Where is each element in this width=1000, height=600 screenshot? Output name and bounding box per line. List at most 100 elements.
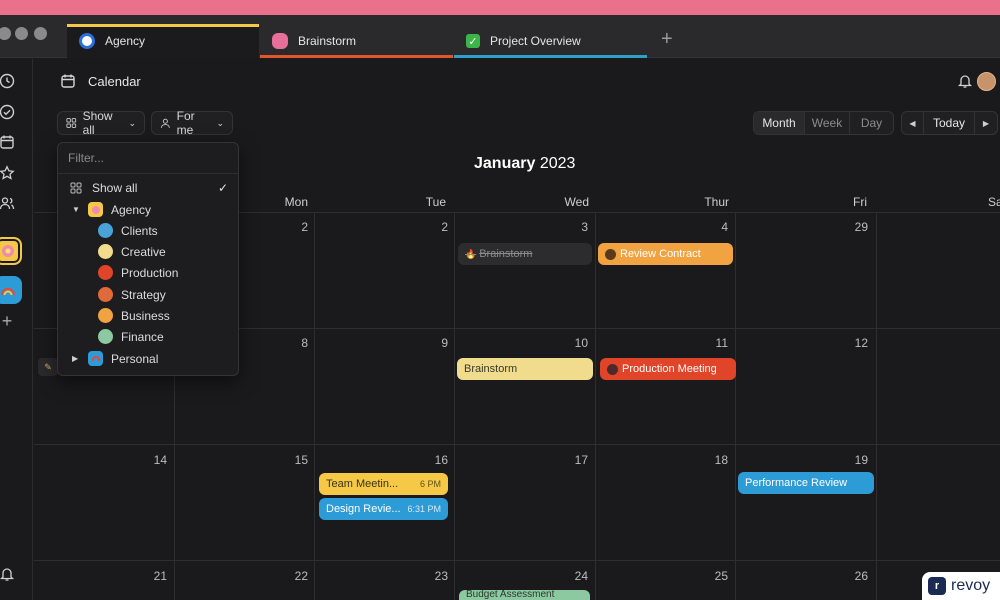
weekday-mon: Mon bbox=[284, 195, 308, 209]
dropdown-production[interactable]: Production bbox=[98, 265, 178, 280]
day-number[interactable]: 29 bbox=[838, 220, 868, 234]
month-view-button[interactable]: Month bbox=[754, 112, 805, 134]
day-number[interactable]: 26 bbox=[838, 569, 868, 583]
bell-icon[interactable] bbox=[957, 73, 973, 94]
dropdown-finance[interactable]: Finance bbox=[98, 329, 164, 344]
clock-icon[interactable] bbox=[0, 72, 16, 90]
grid-line bbox=[314, 212, 315, 600]
dropdown-agency[interactable]: ▼ Agency bbox=[72, 202, 151, 217]
window-top-band bbox=[0, 0, 1000, 15]
dropdown-clients[interactable]: Clients bbox=[98, 223, 158, 238]
event-budget-assessment[interactable]: Budget Assessment bbox=[459, 590, 590, 600]
tab-agency[interactable]: Agency bbox=[67, 24, 259, 58]
users-icon[interactable] bbox=[0, 194, 16, 212]
grid-line bbox=[595, 212, 596, 600]
event-title: Budget Assessment bbox=[466, 590, 555, 600]
day-number[interactable]: 18 bbox=[698, 453, 728, 467]
tab-brainstorm[interactable]: Brainstorm bbox=[260, 24, 453, 58]
event-team-meeting[interactable]: Team Meetin... 6 PM bbox=[319, 473, 448, 495]
day-number[interactable]: 8 bbox=[278, 336, 308, 350]
for-me-filter-button[interactable]: For me ⌄ bbox=[151, 109, 233, 137]
day-number[interactable]: 23 bbox=[418, 569, 448, 583]
window-zoom-button[interactable] bbox=[34, 27, 47, 40]
filter-input[interactable]: Filter... bbox=[68, 151, 104, 165]
day-number[interactable]: 22 bbox=[278, 569, 308, 583]
agency-workspace-icon bbox=[88, 202, 103, 217]
production-icon bbox=[98, 265, 113, 280]
calendar-icon[interactable] bbox=[0, 133, 16, 151]
pencil-icon[interactable]: ✎ bbox=[38, 358, 58, 376]
event-title: Review Contract bbox=[620, 248, 701, 260]
dropdown-show-all[interactable]: Show all ✓ bbox=[70, 181, 228, 195]
day-number[interactable]: 19 bbox=[838, 453, 868, 467]
day-number[interactable]: 9 bbox=[418, 336, 448, 350]
year: 2023 bbox=[539, 155, 576, 172]
day-number[interactable]: 24 bbox=[558, 569, 588, 583]
day-number[interactable]: 16 bbox=[418, 453, 448, 467]
day-number[interactable]: 17 bbox=[558, 453, 588, 467]
chevron-down-icon: ⌄ bbox=[216, 117, 224, 128]
check-circle-icon[interactable] bbox=[0, 103, 16, 121]
calendar-header-icon bbox=[60, 73, 76, 94]
day-number[interactable]: 15 bbox=[278, 453, 308, 467]
weekday-wed: Wed bbox=[564, 195, 589, 209]
month-title: January 2023 bbox=[474, 155, 575, 173]
event-title: Production Meeting bbox=[622, 363, 717, 375]
dropdown-business[interactable]: Business bbox=[98, 308, 170, 323]
grid-line bbox=[454, 212, 455, 600]
event-design-review[interactable]: Design Revie... 6:31 PM bbox=[319, 498, 448, 520]
dropdown-item-label: Agency bbox=[111, 202, 152, 217]
day-number[interactable]: 21 bbox=[137, 569, 167, 583]
revoy-mark-icon: r bbox=[928, 577, 946, 595]
day-number[interactable]: 11 bbox=[698, 336, 728, 350]
divider bbox=[58, 173, 238, 174]
grid-icon bbox=[66, 118, 77, 128]
add-workspace-icon[interactable]: + bbox=[0, 311, 16, 331]
dropdown-creative[interactable]: Creative bbox=[98, 244, 166, 259]
star-icon[interactable] bbox=[0, 164, 16, 182]
dropdown-strategy[interactable]: Strategy bbox=[98, 287, 166, 302]
day-number[interactable]: 4 bbox=[698, 220, 728, 234]
notification-bell-icon[interactable] bbox=[0, 565, 16, 583]
day-number[interactable]: 2 bbox=[278, 220, 308, 234]
caret-down-icon: ▼ bbox=[72, 205, 80, 214]
dropdown-personal[interactable]: ▶ Personal bbox=[72, 351, 158, 366]
show-all-filter-button[interactable]: Show all ⌄ bbox=[57, 109, 145, 137]
tab-label: Project Overview bbox=[490, 34, 581, 48]
brain-icon bbox=[272, 33, 288, 49]
avatar[interactable] bbox=[977, 72, 996, 91]
event-title: Performance Review bbox=[745, 477, 848, 489]
day-number[interactable]: 3 bbox=[558, 220, 588, 234]
workspace-agency-icon[interactable] bbox=[0, 237, 22, 265]
week-view-button[interactable]: Week bbox=[805, 112, 850, 134]
page-title: Calendar bbox=[88, 74, 141, 89]
window-minimize-button[interactable] bbox=[15, 27, 28, 40]
today-button[interactable]: Today bbox=[924, 112, 975, 134]
event-title: Team Meetin... bbox=[326, 478, 399, 490]
event-brainstorm[interactable]: Brainstorm bbox=[457, 358, 593, 380]
event-brainstorm-completed[interactable]: 🔥 Brainstorm bbox=[458, 243, 592, 265]
agency-icon bbox=[79, 33, 95, 49]
dropdown-item-label: Show all bbox=[92, 181, 138, 195]
day-number[interactable]: 25 bbox=[698, 569, 728, 583]
prev-arrow-icon[interactable]: ◀ bbox=[902, 112, 924, 134]
dropdown-item-label: Production bbox=[121, 265, 179, 280]
next-arrow-icon[interactable]: ▶ bbox=[975, 112, 997, 134]
add-tab-button[interactable]: + bbox=[661, 29, 673, 49]
day-number[interactable]: 14 bbox=[137, 453, 167, 467]
day-number[interactable]: 2 bbox=[418, 220, 448, 234]
day-view-button[interactable]: Day bbox=[850, 112, 893, 134]
tab-project-overview[interactable]: ✓ Project Overview bbox=[454, 24, 647, 58]
strategy-icon bbox=[98, 287, 113, 302]
flame-icon: 🔥 bbox=[465, 248, 477, 259]
check-icon: ✓ bbox=[466, 34, 480, 48]
day-number[interactable]: 12 bbox=[838, 336, 868, 350]
event-production-meeting[interactable]: Production Meeting bbox=[600, 358, 736, 380]
workspace-personal-icon[interactable] bbox=[0, 276, 22, 304]
dropdown-item-label: Finance bbox=[121, 329, 164, 344]
clients-icon bbox=[98, 223, 113, 238]
day-number[interactable]: 10 bbox=[558, 336, 588, 350]
dropdown-item-label: Clients bbox=[121, 223, 158, 238]
event-review-contract[interactable]: Review Contract bbox=[598, 243, 733, 265]
event-performance-review[interactable]: Performance Review bbox=[738, 472, 874, 494]
